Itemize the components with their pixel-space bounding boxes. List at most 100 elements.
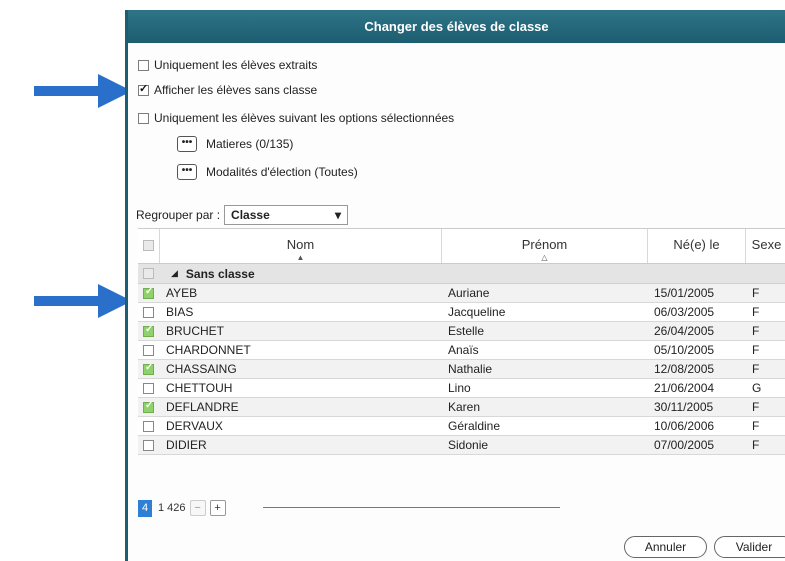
table-row[interactable]: CHARDONNET Anaïs 05/10/2005 F	[138, 341, 785, 360]
option-extracted-only[interactable]: Uniquement les élèves extraits	[138, 58, 317, 72]
cell-birthdate: 15/01/2005	[654, 286, 715, 300]
table-row[interactable]: BRUCHET Estelle 26/04/2005 F	[138, 322, 785, 341]
checkbox-selected-options-only[interactable]	[138, 112, 149, 124]
column-header-sexe[interactable]: Sexe	[746, 229, 785, 263]
option-selected-options-only[interactable]: Uniquement les élèves suivant les option…	[138, 111, 454, 125]
row-checkbox[interactable]	[143, 420, 154, 432]
cell-prenom: Lino	[448, 381, 471, 395]
group-row[interactable]: ◢ Sans classe	[138, 264, 785, 284]
row-checkbox-cell[interactable]	[138, 344, 160, 356]
row-checkbox[interactable]	[143, 325, 154, 337]
cell-nom: DIDIER	[166, 438, 207, 452]
cell-nom: AYEB	[166, 286, 198, 300]
option-label: Uniquement les élèves suivant les option…	[154, 111, 455, 125]
cell-sexe: F	[752, 324, 760, 338]
cell-nom: BIAS	[166, 305, 194, 319]
row-checkbox[interactable]	[143, 306, 154, 318]
cell-birthdate: 30/11/2005	[654, 400, 714, 414]
table-row[interactable]: DIDIER Sidonie 07/00/2005 F	[138, 436, 785, 455]
checkbox-show-unassigned[interactable]	[138, 82, 149, 96]
dropdown-arrow-icon: ▾	[335, 208, 342, 222]
cell-prenom: Anaïs	[448, 343, 479, 357]
zoom-out-icon[interactable]: −	[189, 500, 206, 516]
row-checkbox-cell[interactable]	[138, 363, 160, 375]
row-checkbox[interactable]	[143, 401, 154, 413]
cell-birthdate: 05/10/2005	[654, 343, 715, 357]
group-by-value: Classe	[231, 208, 270, 222]
column-header-nom[interactable]: Nom ▲	[160, 229, 442, 263]
option-label: Afficher les élèves sans classe	[154, 83, 318, 97]
table-header: Nom ▲ Prénom △ Né(e) le Sexe	[138, 228, 785, 264]
cell-birthdate: 26/04/2005	[654, 324, 715, 338]
cell-nom: CHARDONNET	[166, 343, 251, 357]
group-by-select[interactable]: Classe ▾	[224, 205, 349, 225]
table-row[interactable]: DEFLANDRE Karen 30/11/2005 F	[138, 398, 785, 417]
option-show-unassigned[interactable]: Afficher les élèves sans classe	[138, 82, 318, 97]
election-modes-more-button[interactable]: •••	[177, 164, 197, 180]
subjects-label: Matieres (0/135)	[206, 137, 294, 151]
cell-birthdate: 21/06/2004	[654, 381, 715, 395]
cell-birthdate: 07/00/2005	[654, 438, 715, 452]
annotation-arrow-bottom	[34, 284, 132, 318]
cell-sexe: F	[752, 362, 760, 376]
annotation-arrow-top	[34, 74, 132, 108]
validate-button[interactable]: Valider	[714, 536, 785, 558]
subjects-more-button[interactable]: •••	[177, 136, 197, 152]
table-row[interactable]: AYEB Auriane 15/01/2005 F	[138, 284, 785, 303]
option-label: Uniquement les élèves extraits	[154, 58, 318, 72]
row-checkbox[interactable]	[143, 439, 154, 451]
cell-birthdate: 06/03/2005	[654, 305, 715, 319]
cell-prenom: Estelle	[448, 324, 485, 338]
row-checkbox-cell[interactable]	[138, 306, 160, 318]
cell-sexe: F	[752, 343, 760, 357]
cell-sexe: F	[752, 438, 760, 452]
table-row[interactable]: CHETTOUH Lino 21/06/2004 G	[138, 379, 785, 398]
column-header-birthdate[interactable]: Né(e) le	[648, 229, 746, 263]
collapse-triangle-icon[interactable]: ◢	[171, 268, 178, 279]
cancel-button[interactable]: Annuler	[624, 536, 707, 558]
election-modes-filter: ••• Modalités d'élection (Toutes)	[177, 164, 358, 180]
row-checkbox[interactable]	[143, 344, 154, 356]
row-checkbox[interactable]	[143, 363, 154, 375]
cell-sexe: F	[752, 400, 760, 414]
cell-birthdate: 10/06/2006	[654, 419, 715, 433]
column-header-prenom[interactable]: Prénom △	[442, 229, 648, 263]
checkbox-extracted-only[interactable]	[138, 59, 149, 71]
group-by: Regrouper par : Classe ▾	[136, 205, 349, 225]
students-table: Nom ▲ Prénom △ Né(e) le Sexe ◢ Sans clas…	[138, 228, 785, 455]
cell-nom: CHETTOUH	[166, 381, 233, 395]
row-checkbox-cell[interactable]	[138, 325, 160, 337]
dialog-title: Changer des élèves de classe	[128, 10, 785, 43]
row-checkbox-cell[interactable]	[138, 287, 160, 299]
cell-prenom: Karen	[448, 400, 481, 414]
zoom-in-icon[interactable]: +	[209, 500, 226, 516]
table-row[interactable]: DERVAUX Géraldine 10/06/2006 F	[138, 417, 785, 436]
row-checkbox[interactable]	[143, 382, 154, 394]
record-count: 1 426	[158, 502, 186, 514]
cell-sexe: G	[752, 381, 762, 395]
change-class-dialog: Changer des élèves de classe Uniquement …	[125, 10, 785, 561]
subjects-filter: ••• Matieres (0/135)	[177, 136, 293, 152]
cell-prenom: Jacqueline	[448, 305, 506, 319]
cell-sexe: F	[752, 419, 760, 433]
row-checkbox[interactable]	[143, 287, 154, 299]
header-select-all[interactable]	[138, 229, 160, 263]
table-row[interactable]: CHASSAING Nathalie 12/08/2005 F	[138, 360, 785, 379]
horizontal-scrollbar[interactable]	[263, 507, 560, 508]
cell-nom: CHASSAING	[166, 362, 237, 376]
cell-prenom: Géraldine	[448, 419, 501, 433]
row-checkbox-cell[interactable]	[138, 420, 160, 432]
sort-neutral-icon: △	[541, 253, 548, 262]
group-checkbox[interactable]	[143, 268, 154, 279]
row-checkbox-cell[interactable]	[138, 401, 160, 413]
row-checkbox-cell[interactable]	[138, 382, 160, 394]
page-indicator[interactable]: 4	[138, 499, 152, 517]
cell-sexe: F	[752, 286, 760, 300]
cell-prenom: Nathalie	[448, 362, 493, 376]
group-by-label: Regrouper par :	[136, 208, 221, 222]
table-row[interactable]: BIAS Jacqueline 06/03/2005 F	[138, 303, 785, 322]
row-checkbox-cell[interactable]	[138, 439, 160, 451]
cell-sexe: F	[752, 305, 760, 319]
select-all-checkbox[interactable]	[143, 240, 154, 251]
cell-birthdate: 12/08/2005	[654, 362, 715, 376]
